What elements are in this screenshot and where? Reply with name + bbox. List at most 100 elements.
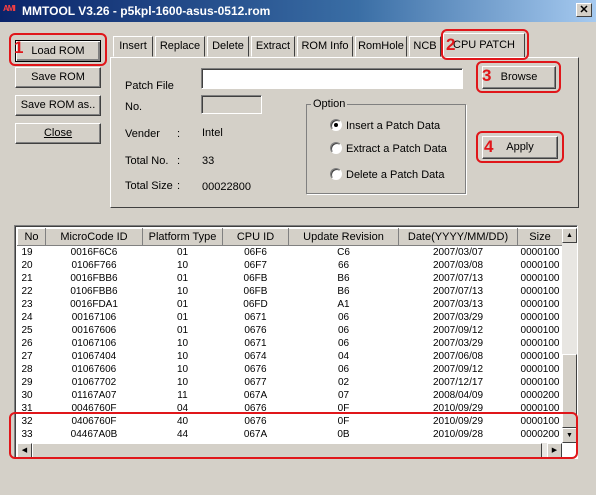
close-button[interactable]: Close — [15, 123, 101, 144]
table-row[interactable]: 25 00167606 01 0676 06 2007/09/12 0000100 — [18, 324, 563, 337]
table-cell: 2007/03/13 — [432, 299, 484, 310]
radio-delete-patch[interactable] — [330, 168, 342, 180]
table-cell: 06 — [337, 338, 350, 349]
table-cell: 0000100 — [520, 325, 560, 336]
table-cell: 2007/06/08 — [432, 351, 484, 362]
table-cell: 01 — [176, 299, 189, 310]
table-cell: 0000100 — [520, 286, 560, 297]
table-cell: 0000100 — [520, 338, 560, 349]
col-header-size[interactable]: Size — [517, 228, 563, 246]
table-cell: 01 — [176, 247, 189, 258]
tab-ncb[interactable]: NCB — [409, 36, 441, 57]
table-cell: 01 — [176, 312, 189, 323]
table-row[interactable]: 29 01067702 10 0677 02 2007/12/17 0000100 — [18, 376, 563, 389]
table-cell: 29 — [21, 377, 33, 388]
table-cell: 0671 — [244, 338, 267, 349]
radio-insert-patch-label[interactable]: Insert a Patch Data — [346, 120, 440, 132]
table-cell: 25 — [21, 325, 33, 336]
annotation-number-3: 3 — [482, 66, 492, 85]
radio-extract-patch-label[interactable]: Extract a Patch Data — [346, 143, 447, 155]
annotation-number-4: 4 — [484, 137, 494, 156]
table-cell: 19 — [21, 247, 33, 258]
table-cell: 0000100 — [520, 260, 560, 271]
total-size-colon: : — [177, 180, 181, 192]
table-cell: 06FD — [243, 299, 268, 310]
table-cell: 07 — [337, 390, 350, 401]
table-row[interactable]: 30 01167A07 11 067A 07 2008/04/09 0000200 — [18, 389, 563, 402]
tab-insert[interactable]: Insert — [113, 36, 153, 57]
table-cell: 0674 — [244, 351, 267, 362]
table-row[interactable]: 24 00167106 01 0671 06 2007/03/29 0000100 — [18, 311, 563, 324]
col-header-date[interactable]: Date(YYYY/MM/DD) — [398, 228, 518, 246]
table-cell: 10 — [176, 260, 189, 271]
save-rom-as-button[interactable]: Save ROM as.. — [15, 95, 101, 116]
vender-colon: : — [177, 128, 181, 140]
radio-insert-patch[interactable] — [330, 119, 342, 131]
table-cell: B6 — [337, 273, 350, 284]
table-row[interactable]: 22 0106FBB6 10 06FB B6 2007/07/13 0000100 — [18, 285, 563, 298]
col-header-microcode-id[interactable]: MicroCode ID — [45, 228, 143, 246]
table-cell: 10 — [176, 338, 189, 349]
total-no-colon: : — [177, 155, 181, 167]
table-cell: 01067606 — [71, 364, 117, 375]
tab-rom-info[interactable]: ROM Info — [297, 36, 353, 57]
table-row[interactable]: 20 0106F766 10 06F7 66 2007/03/08 0000100 — [18, 259, 563, 272]
table-cell: 0000100 — [520, 273, 560, 284]
tab-replace[interactable]: Replace — [155, 36, 205, 57]
table-cell: 04 — [337, 351, 350, 362]
table-cell: 66 — [337, 260, 350, 271]
table-cell: 10 — [176, 377, 189, 388]
table-cell: 22 — [21, 286, 33, 297]
patch-file-input[interactable] — [201, 68, 463, 89]
table-row[interactable]: 19 0016F6C6 01 06F6 C6 2007/03/07 0000100 — [18, 246, 563, 260]
col-header-no[interactable]: No — [17, 228, 46, 246]
vertical-scrollbar[interactable]: ▲ ▼ — [562, 228, 577, 443]
table-cell: A1 — [337, 299, 350, 310]
table-cell: 0016F6C6 — [70, 247, 118, 258]
table-cell: 01067404 — [71, 351, 117, 362]
table-row[interactable]: 28 01067606 10 0676 06 2007/09/12 0000100 — [18, 363, 563, 376]
table-row[interactable]: 27 01067404 10 0674 04 2007/06/08 0000100 — [18, 350, 563, 363]
window-close-button[interactable]: ✕ — [576, 3, 592, 17]
col-header-platform-type[interactable]: Platform Type — [142, 228, 223, 246]
radio-extract-patch[interactable] — [330, 142, 342, 154]
table-row[interactable]: 21 0016FBB6 01 06FB B6 2007/07/13 0000100 — [18, 272, 563, 285]
table-cell: 06F6 — [244, 247, 267, 258]
col-header-cpu-id[interactable]: CPU ID — [222, 228, 289, 246]
table-cell: 2007/09/12 — [432, 325, 484, 336]
table-cell: 0106FBB6 — [70, 286, 118, 297]
table-row[interactable]: 23 0016FDA1 01 06FD A1 2007/03/13 0000100 — [18, 298, 563, 311]
table-cell: 2007/09/12 — [432, 364, 484, 375]
table-cell: 2007/03/07 — [432, 247, 484, 258]
table-cell: C6 — [337, 247, 350, 258]
table-cell: 0676 — [244, 325, 267, 336]
option-group-label: Option — [311, 98, 348, 110]
table-cell: 0000200 — [520, 390, 560, 401]
highlight-new-patch-rows — [9, 412, 578, 459]
table-cell: 0000100 — [520, 299, 560, 310]
no-field — [201, 95, 262, 114]
table-header-row: No MicroCode ID Platform Type CPU ID Upd… — [17, 228, 563, 246]
tab-delete[interactable]: Delete — [207, 36, 249, 57]
table-cell: 0016FBB6 — [70, 273, 118, 284]
tab-romhole[interactable]: RomHole — [355, 36, 407, 57]
table-cell: 2007/03/29 — [432, 312, 484, 323]
table-cell: 01067702 — [71, 377, 117, 388]
table-cell: 00167106 — [71, 312, 117, 323]
radio-delete-patch-label[interactable]: Delete a Patch Data — [346, 169, 444, 181]
total-size-label: Total Size — [125, 180, 173, 192]
table-cell: 06FB — [243, 286, 268, 297]
save-rom-button[interactable]: Save ROM — [15, 67, 101, 88]
tab-extract[interactable]: Extract — [251, 36, 295, 57]
table-cell: 23 — [21, 299, 33, 310]
table-cell: 30 — [21, 390, 33, 401]
table-cell: 06 — [337, 364, 350, 375]
col-header-update-revision[interactable]: Update Revision — [288, 228, 399, 246]
table-row[interactable]: 26 01067106 10 0671 06 2007/03/29 0000100 — [18, 337, 563, 350]
table-cell: 2007/03/29 — [432, 338, 484, 349]
table-cell: 10 — [176, 351, 189, 362]
table-cell: 06 — [337, 325, 350, 336]
table-cell: 2007/12/17 — [432, 377, 484, 388]
table-cell: 10 — [176, 286, 189, 297]
scroll-up-arrow[interactable]: ▲ — [562, 228, 577, 243]
